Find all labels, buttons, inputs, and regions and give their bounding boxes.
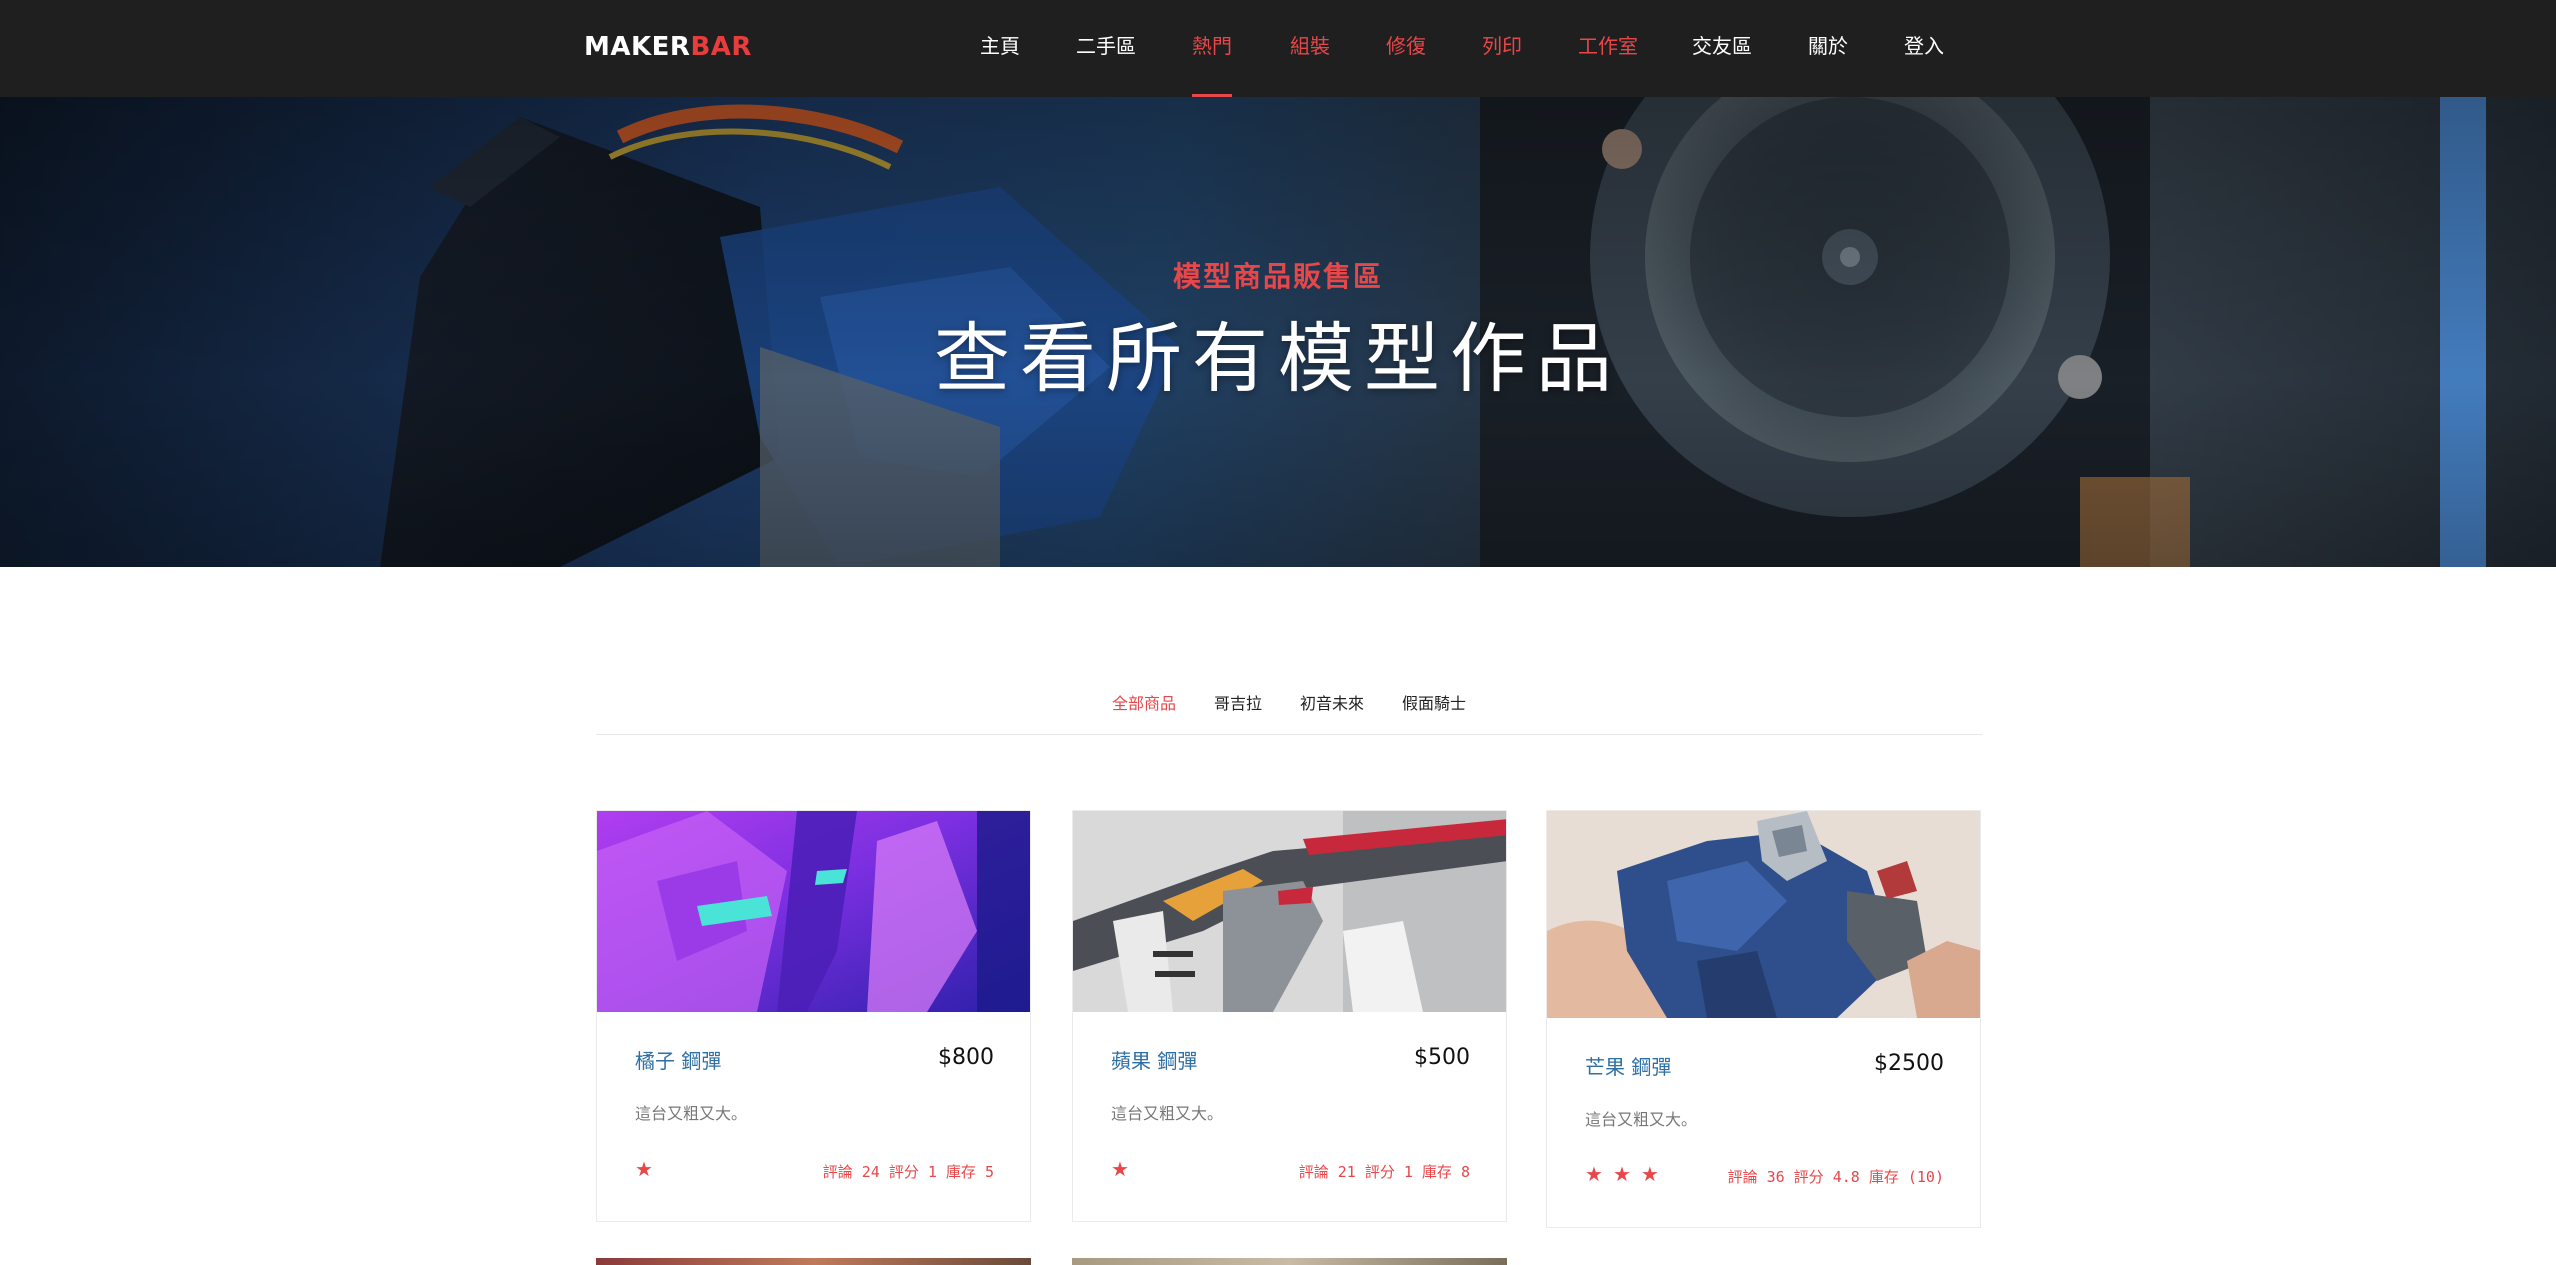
- hero-subtitle: 模型商品販售區: [1172, 260, 1383, 293]
- product-description: 這台又粗又大。: [635, 1104, 748, 1123]
- hero-banner: 模型商品販售區 查看所有模型作品: [0, 97, 2556, 567]
- product-name[interactable]: 蘋果 鋼彈: [1111, 1045, 1197, 1074]
- product-image[interactable]: [596, 1258, 1031, 1265]
- top-navbar: MAKER BAR 主頁 二手區 熱門 組裝 修復 列印 工作室 交友區 關於 登…: [0, 0, 2556, 97]
- filter-tab-kamen-rider[interactable]: 假面騎士: [1402, 690, 1466, 714]
- nav-item-print[interactable]: 列印: [1482, 0, 1522, 97]
- rating-stars: ★: [1111, 1159, 1129, 1179]
- nav-item-assembly[interactable]: 組裝: [1290, 0, 1330, 97]
- product-card[interactable]: 蘋果 鋼彈 $500 這台又粗又大。 ★ 評論 21 評分 1 庫存 8: [1072, 810, 1507, 1222]
- category-filter-bar: 全部商品 哥吉拉 初音未來 假面騎士: [596, 690, 1982, 735]
- product-price: $2500: [1874, 1051, 1944, 1076]
- brand-logo[interactable]: MAKER BAR: [584, 32, 752, 62]
- product-stats: 評論 36 評分 4.8 庫存 (10): [1727, 1168, 1944, 1186]
- star-icon: ★: [1585, 1162, 1603, 1186]
- rating-stars: ★ ★ ★: [1585, 1164, 1659, 1184]
- star-icon: ★: [1111, 1157, 1129, 1181]
- filter-tab-godzilla[interactable]: 哥吉拉: [1214, 690, 1262, 714]
- brand-logo-part2: BAR: [690, 32, 752, 62]
- product-card[interactable]: 橘子 鋼彈 $800 這台又粗又大。 ★ 評論 24 評分 1 庫存 5: [596, 810, 1031, 1222]
- product-stats: 評論 21 評分 1 庫存 8: [1298, 1163, 1470, 1181]
- nav-item-secondhand[interactable]: 二手區: [1076, 0, 1136, 97]
- star-icon: ★: [635, 1157, 653, 1181]
- nav-item-social[interactable]: 交友區: [1692, 0, 1752, 97]
- product-description: 這台又粗又大。: [1111, 1104, 1224, 1123]
- star-icon: ★: [1640, 1162, 1659, 1186]
- nav-item-hot[interactable]: 熱門: [1192, 0, 1232, 97]
- filter-tab-miku[interactable]: 初音未來: [1300, 690, 1364, 714]
- product-image[interactable]: [1072, 1258, 1507, 1265]
- brand-logo-part1: MAKER: [584, 32, 691, 62]
- rating-stars: ★: [635, 1159, 653, 1179]
- product-name[interactable]: 橘子 鋼彈: [635, 1045, 721, 1074]
- product-card[interactable]: 芒果 鋼彈 $2500 這台又粗又大。 ★ ★ ★ 評論 36 評分 4.8 庫…: [1546, 810, 1981, 1228]
- product-image[interactable]: [597, 811, 1030, 1012]
- nav-item-about[interactable]: 關於: [1808, 0, 1848, 97]
- product-price: $500: [1414, 1045, 1470, 1070]
- nav-item-login[interactable]: 登入: [1904, 0, 1944, 97]
- product-stats: 評論 24 評分 1 庫存 5: [822, 1163, 994, 1181]
- star-icon: ★: [1612, 1162, 1631, 1186]
- nav-item-home[interactable]: 主頁: [980, 0, 1020, 97]
- product-description: 這台又粗又大。: [1585, 1110, 1698, 1129]
- product-image[interactable]: [1547, 811, 1980, 1018]
- filter-tab-all[interactable]: 全部商品: [1112, 690, 1176, 714]
- product-name[interactable]: 芒果 鋼彈: [1585, 1051, 1671, 1080]
- nav-item-repair[interactable]: 修復: [1386, 0, 1426, 97]
- product-price: $800: [938, 1045, 994, 1070]
- hero-title: 查看所有模型作品: [934, 314, 1622, 403]
- nav-item-studio[interactable]: 工作室: [1578, 0, 1638, 97]
- product-image[interactable]: [1073, 811, 1506, 1012]
